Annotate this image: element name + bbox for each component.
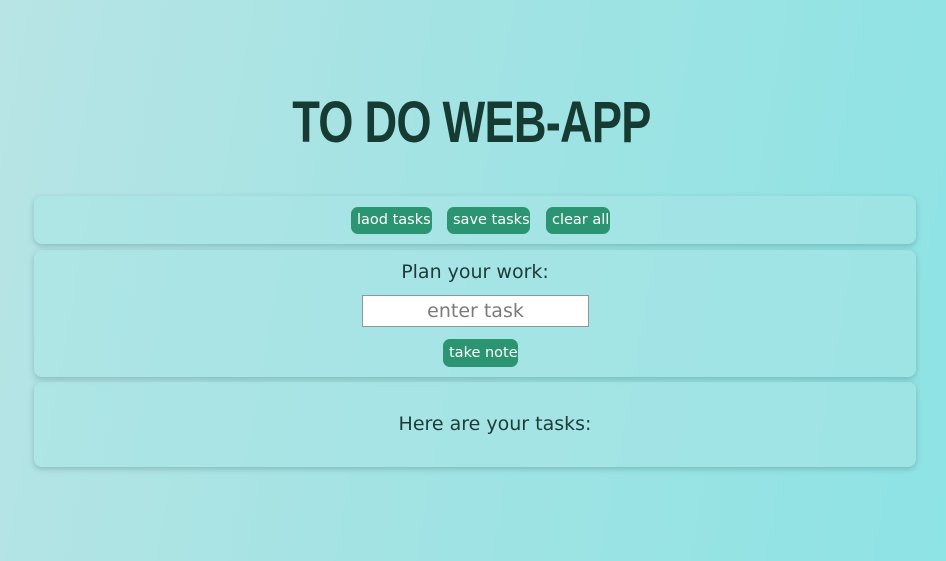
take-note-button[interactable]: take note bbox=[443, 339, 518, 367]
task-input[interactable] bbox=[362, 295, 589, 327]
task-list-heading: Here are your tasks: bbox=[398, 413, 592, 435]
task-list-panel: Here are your tasks: bbox=[34, 382, 916, 467]
toolbar-panel: laod tasks save tasks clear all bbox=[34, 196, 916, 244]
clear-all-button[interactable]: clear all bbox=[546, 207, 610, 234]
plan-prompt-label: Plan your work: bbox=[401, 261, 549, 283]
task-entry-panel: Plan your work: take note bbox=[34, 250, 916, 377]
load-tasks-button[interactable]: laod tasks bbox=[351, 207, 432, 234]
save-tasks-button[interactable]: save tasks bbox=[447, 207, 530, 234]
page-title: TO DO WEB-APP bbox=[292, 90, 651, 155]
